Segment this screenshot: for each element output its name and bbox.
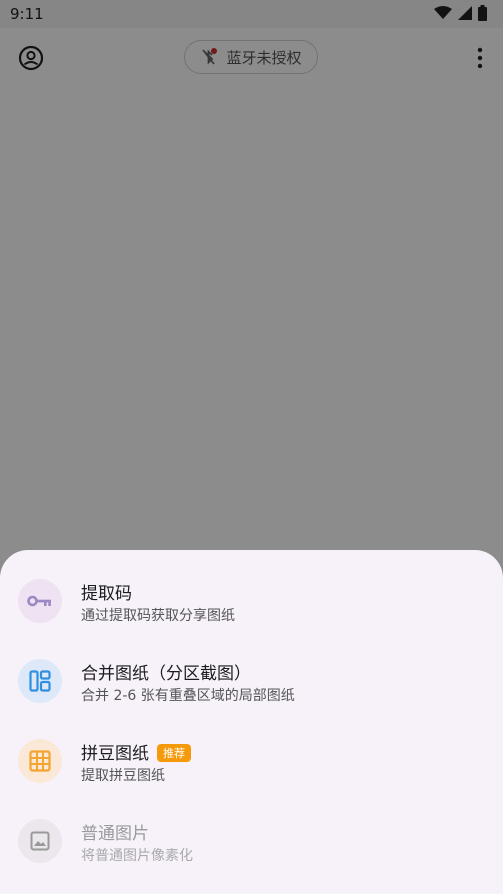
item-subtitle: 合并 2-6 张有重叠区域的局部图纸: [81, 688, 295, 704]
item-subtitle: 提取拼豆图纸: [81, 768, 165, 784]
recommended-badge: 推荐: [157, 744, 191, 762]
image-icon-circle: [18, 819, 62, 863]
key-icon-circle: [18, 579, 62, 623]
bottom-sheet: 提取码 通过提取码获取分享图纸 合并图纸（分区截图） 合并 2-6 张有重叠区域…: [0, 550, 503, 894]
layout-icon-circle: [18, 659, 62, 703]
item-subtitle: 将普通图片像素化: [81, 848, 193, 864]
sheet-item-normal-image[interactable]: 普通图片 将普通图片像素化: [0, 801, 503, 881]
item-title: 拼豆图纸: [81, 744, 149, 764]
key-icon: [27, 595, 51, 607]
sheet-item-extract-code[interactable]: 提取码 通过提取码获取分享图纸: [0, 561, 503, 641]
grid-icon-circle: [18, 739, 62, 783]
image-icon: [30, 831, 50, 851]
item-title-row: 拼豆图纸 推荐: [81, 739, 191, 764]
grid-icon: [29, 750, 51, 772]
layout-icon: [29, 670, 51, 692]
item-title: 合并图纸（分区截图）: [81, 664, 251, 684]
item-title: 提取码: [81, 584, 132, 604]
sheet-item-bead-patterns[interactable]: 拼豆图纸 推荐 提取拼豆图纸: [0, 721, 503, 801]
sheet-item-merge-patterns[interactable]: 合并图纸（分区截图） 合并 2-6 张有重叠区域的局部图纸: [0, 641, 503, 721]
item-title: 普通图片: [81, 824, 149, 844]
item-subtitle: 通过提取码获取分享图纸: [81, 608, 235, 624]
